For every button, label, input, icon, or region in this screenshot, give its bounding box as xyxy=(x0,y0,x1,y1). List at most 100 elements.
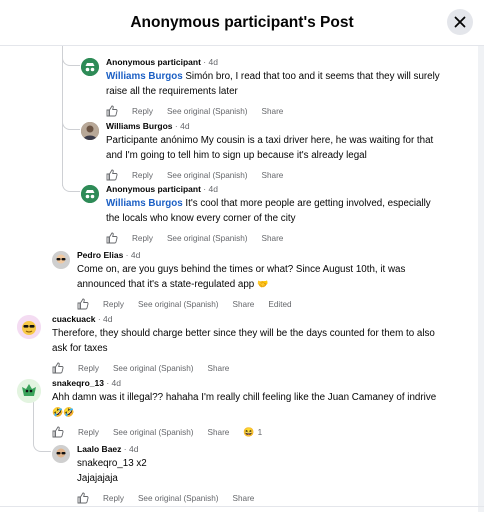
close-button[interactable] xyxy=(447,9,473,35)
sunglasses-avatar xyxy=(52,445,70,463)
comment-reply: Anonymous participant · 4d Williams Burg… xyxy=(81,184,476,244)
comment-time[interactable]: 4d xyxy=(129,444,138,454)
like-button[interactable] xyxy=(106,232,118,244)
comment-time[interactable]: 4d xyxy=(209,184,218,194)
avatar[interactable] xyxy=(52,251,70,269)
comment-time[interactable]: 4d xyxy=(112,378,121,388)
thumbs-up-icon xyxy=(106,169,118,181)
edited-label[interactable]: Edited xyxy=(268,300,291,309)
comment-reply: Anonymous participant · 4d Williams Burg… xyxy=(81,57,476,117)
avatar[interactable] xyxy=(52,445,70,463)
comment-actions: Reply See original (Spanish) Share xyxy=(106,169,476,181)
see-original-button[interactable]: See original (Spanish) xyxy=(167,171,248,180)
comment-actions: Reply See original (Spanish) Share xyxy=(52,362,476,374)
see-original-button[interactable]: See original (Spanish) xyxy=(138,300,219,309)
anonymous-icon xyxy=(81,58,99,76)
mention-link[interactable]: Williams Burgos xyxy=(106,71,183,82)
share-button[interactable]: Share xyxy=(233,300,255,309)
handshake-emoji: 🤝 xyxy=(257,279,269,289)
thumbs-up-icon xyxy=(52,362,64,374)
dialog-title: Anonymous participant's Post xyxy=(130,13,354,31)
avatar[interactable] xyxy=(81,58,99,76)
see-original-button[interactable]: See original (Spanish) xyxy=(167,107,248,116)
reply-button[interactable]: Reply xyxy=(78,428,99,437)
reply-button[interactable]: Reply xyxy=(132,107,153,116)
comment-actions: Reply See original (Spanish) Share xyxy=(77,492,476,504)
comment-actions: Reply See original (Spanish) Share xyxy=(106,105,476,117)
comment-author[interactable]: Laalo Baez · 4d xyxy=(77,444,476,454)
avatar[interactable] xyxy=(81,122,99,140)
see-original-button[interactable]: See original (Spanish) xyxy=(113,364,194,373)
avatar[interactable] xyxy=(17,315,41,339)
comment-author[interactable]: cuackuack · 4d xyxy=(52,314,476,324)
comment-text: Participante anónimo My cousin is a taxi… xyxy=(106,135,434,161)
comment-author[interactable]: snakeqro_13 · 4d xyxy=(52,378,476,388)
share-button[interactable]: Share xyxy=(262,234,284,243)
comment-composer-edge xyxy=(0,506,484,512)
comment-reply: Williams Burgos · 4d Participante anónim… xyxy=(81,121,476,181)
haha-reaction-icon: 😆 xyxy=(243,426,255,437)
comment: snakeqro_13 · 4d Ahh damn was it illegal… xyxy=(17,378,476,438)
comment-text: Therefore, they should charge better sin… xyxy=(52,328,435,354)
comment-author[interactable]: Pedro Elias · 4d xyxy=(77,250,476,260)
comment-actions: Reply See original (Spanish) Share Edite… xyxy=(77,298,476,310)
comment-author[interactable]: Anonymous participant · 4d xyxy=(106,184,476,194)
share-button[interactable]: Share xyxy=(208,428,230,437)
comment-actions: Reply See original (Spanish) Share 😆 1 xyxy=(52,426,476,438)
scrollbar[interactable] xyxy=(478,46,484,512)
comment-text: Ahh damn was it illegal?? hahaha I'm rea… xyxy=(52,392,437,417)
thread-connector xyxy=(62,46,80,66)
see-original-button[interactable]: See original (Spanish) xyxy=(167,234,248,243)
anonymous-icon xyxy=(81,185,99,203)
like-button[interactable] xyxy=(106,105,118,117)
like-button[interactable] xyxy=(77,492,89,504)
comment-time[interactable]: 4d xyxy=(131,250,140,260)
comment-author[interactable]: Williams Burgos · 4d xyxy=(106,121,476,131)
thumbs-up-icon xyxy=(52,426,64,438)
comment-time[interactable]: 4d xyxy=(103,314,112,324)
reply-button[interactable]: Reply xyxy=(132,171,153,180)
thread-connector xyxy=(62,110,80,130)
comment-reply: Pedro Elias · 4d Come on, are you guys b… xyxy=(52,250,476,310)
share-button[interactable]: Share xyxy=(208,364,230,373)
comment-text: Come on, are you guys behind the times o… xyxy=(77,264,406,290)
reply-button[interactable]: Reply xyxy=(103,300,124,309)
share-button[interactable]: Share xyxy=(233,494,255,503)
close-icon xyxy=(454,16,466,28)
profile-photo xyxy=(81,122,99,140)
comment-time[interactable]: 4d xyxy=(180,121,189,131)
avatar[interactable] xyxy=(81,185,99,203)
post-dialog-header: Anonymous participant's Post xyxy=(0,0,484,46)
reaction-count[interactable]: 😆 1 xyxy=(243,427,262,438)
like-button[interactable] xyxy=(52,362,64,374)
comment-actions: Reply See original (Spanish) Share xyxy=(106,232,476,244)
mention-link[interactable]: Williams Burgos xyxy=(106,198,183,209)
comment-time[interactable]: 4d xyxy=(209,57,218,67)
see-original-button[interactable]: See original (Spanish) xyxy=(138,494,219,503)
green-creature-avatar xyxy=(17,379,41,403)
thumbs-up-icon xyxy=(77,492,89,504)
reply-button[interactable]: Reply xyxy=(78,364,99,373)
comment-text: snakeqro_13 x2 Jajajajaja xyxy=(77,458,147,484)
reply-button[interactable]: Reply xyxy=(132,234,153,243)
thumbs-up-icon xyxy=(106,105,118,117)
comment: cuackuack · 4d Therefore, they should ch… xyxy=(17,314,476,374)
thumbs-up-icon xyxy=(77,298,89,310)
share-button[interactable]: Share xyxy=(262,107,284,116)
reply-button[interactable]: Reply xyxy=(103,494,124,503)
like-button[interactable] xyxy=(106,169,118,181)
share-button[interactable]: Share xyxy=(262,171,284,180)
avatar[interactable] xyxy=(17,379,41,403)
comment-author[interactable]: Anonymous participant · 4d xyxy=(106,57,476,67)
thread-connector xyxy=(62,172,80,192)
thumbs-up-icon xyxy=(106,232,118,244)
sunglasses-avatar xyxy=(52,251,70,269)
emoji-avatar xyxy=(17,315,41,339)
like-button[interactable] xyxy=(77,298,89,310)
like-button[interactable] xyxy=(52,426,64,438)
comment-text: Williams Burgos Simón bro, I read that t… xyxy=(106,71,440,97)
see-original-button[interactable]: See original (Spanish) xyxy=(113,428,194,437)
comment-text: Williams Burgos It's cool that more peop… xyxy=(106,198,431,224)
comment-reply: Laalo Baez · 4d snakeqro_13 x2 Jajajajaj… xyxy=(52,444,476,504)
laughing-emoji: 🤣🤣 xyxy=(52,407,75,417)
